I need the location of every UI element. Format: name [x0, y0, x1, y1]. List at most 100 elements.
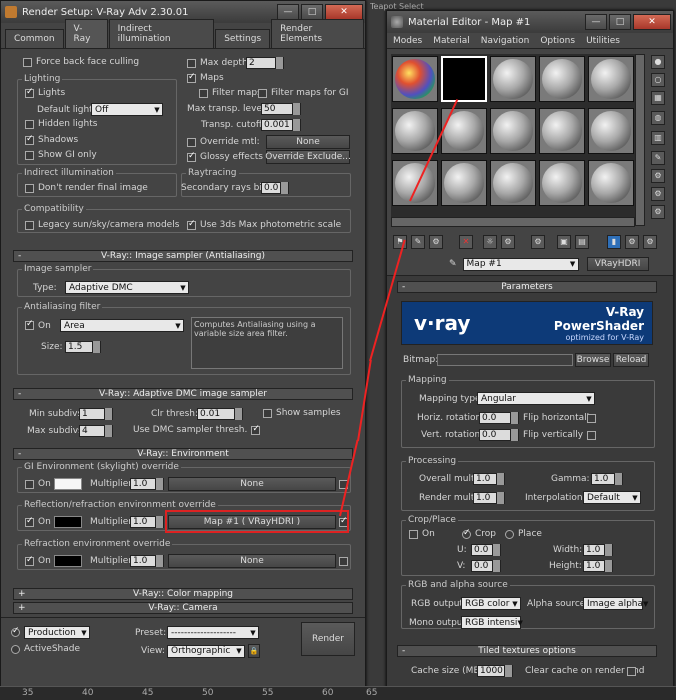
alpha-source-dropdown[interactable]: Image alpha ▼: [583, 597, 648, 610]
camera-rollout[interactable]: + V-Ray:: Camera: [13, 602, 353, 614]
maps-row[interactable]: Maps: [187, 72, 224, 83]
max-depth-spinner[interactable]: 2: [246, 57, 284, 69]
interpolation-dropdown[interactable]: Default ▼: [583, 491, 641, 504]
options-icon[interactable]: ⚙: [651, 169, 665, 183]
refr-on-checkbox[interactable]: [25, 555, 34, 566]
select-by-material-icon[interactable]: ⚙: [651, 187, 665, 201]
refr-color-swatch[interactable]: [54, 555, 82, 567]
horiz-rotation-spinner[interactable]: 0.0: [479, 412, 519, 424]
filter-maps-gi-checkbox[interactable]: [258, 88, 267, 98]
max-subdivs-spinner[interactable]: 4: [79, 425, 113, 437]
dont-render-final-checkbox[interactable]: [25, 183, 34, 193]
tab-indirect-illumination[interactable]: Indirect illumination: [108, 19, 215, 48]
u-spinner[interactable]: 0.0: [471, 544, 501, 556]
tab-common[interactable]: Common: [5, 29, 64, 48]
menu-options[interactable]: Options: [540, 36, 575, 46]
shadows-checkbox[interactable]: [25, 134, 34, 145]
me-minimize-button[interactable]: —: [585, 14, 607, 30]
sample-slot[interactable]: [441, 160, 487, 206]
browse-button[interactable]: Browse: [575, 353, 611, 367]
v-spinner[interactable]: 0.0: [471, 560, 501, 572]
environment-rollout[interactable]: - V-Ray:: Environment: [13, 448, 353, 460]
use-dmc-row[interactable]: Use DMC sampler thresh.: [133, 424, 264, 435]
gi-color-swatch[interactable]: [54, 478, 82, 490]
gi-mult-spinner[interactable]: 1.0: [130, 478, 164, 490]
glossy-effects-checkbox[interactable]: [187, 151, 196, 162]
bitmap-field[interactable]: [437, 354, 573, 366]
aa-filter-dropdown[interactable]: Area ▼: [60, 319, 184, 332]
sample-slot[interactable]: [539, 56, 585, 102]
legacy-sun-checkbox[interactable]: [25, 220, 34, 230]
vert-rotation-spinner[interactable]: 0.0: [479, 429, 519, 441]
mapping-type-dropdown[interactable]: Angular ▼: [477, 392, 595, 405]
video-color-icon[interactable]: ▥: [651, 131, 665, 145]
override-mtl-button[interactable]: None: [266, 135, 350, 149]
eyedropper-icon[interactable]: ✎: [449, 259, 457, 269]
sample-slot[interactable]: [392, 108, 438, 154]
height-spinner[interactable]: 1.0: [583, 560, 613, 572]
slots-hscrollbar[interactable]: [391, 217, 635, 227]
menu-modes[interactable]: Modes: [393, 36, 422, 46]
aa-size-spinner[interactable]: 1.5: [65, 341, 101, 353]
show-samples-checkbox[interactable]: [263, 408, 272, 418]
background-icon[interactable]: ▦: [651, 91, 665, 105]
parameters-rollout[interactable]: - Parameters: [397, 281, 657, 293]
place-radio[interactable]: [505, 529, 514, 539]
sample-slot[interactable]: [490, 160, 536, 206]
maximize-button[interactable]: □: [301, 4, 323, 20]
tiled-textures-rollout[interactable]: - Tiled textures options: [397, 645, 657, 657]
sample-slot-active[interactable]: [441, 56, 487, 102]
tab-settings[interactable]: Settings: [215, 29, 271, 48]
force-back-face-checkbox[interactable]: [23, 57, 32, 67]
secondary-bias-spinner[interactable]: 0.0: [261, 182, 289, 194]
menu-material[interactable]: Material: [433, 36, 470, 46]
view-dropdown[interactable]: Orthographic ▼: [167, 644, 245, 658]
default-lights-dropdown[interactable]: Off ▼: [91, 103, 163, 116]
gi-map-button[interactable]: None: [168, 477, 336, 491]
maps-checkbox[interactable]: [187, 72, 196, 83]
lock-icon[interactable]: 🔒: [248, 644, 260, 658]
lights-checkbox[interactable]: [25, 87, 34, 98]
use-dmc-checkbox[interactable]: [251, 424, 261, 435]
minimize-button[interactable]: —: [277, 4, 299, 20]
menu-utilities[interactable]: Utilities: [586, 36, 620, 46]
me-maximize-button[interactable]: □: [609, 14, 631, 30]
sample-slot[interactable]: [539, 160, 585, 206]
activeshade-radio[interactable]: [11, 644, 20, 654]
lights-row[interactable]: Lights: [25, 87, 65, 98]
gamma-spinner[interactable]: 1.0: [591, 473, 623, 485]
max-depth-checkbox[interactable]: [187, 58, 196, 68]
refr-mult-spinner[interactable]: 1.0: [130, 555, 164, 567]
material-id-icon[interactable]: ⚙: [531, 235, 545, 249]
flip-v-checkbox[interactable]: [587, 430, 596, 440]
clr-thresh-spinner[interactable]: 0.01: [197, 408, 243, 420]
crop-radio[interactable]: [462, 528, 471, 539]
map-type-button[interactable]: VRayHDRI: [586, 257, 649, 271]
refr-map-button[interactable]: None: [168, 554, 336, 568]
aa-on-checkbox[interactable]: [25, 319, 34, 330]
dont-render-final-row[interactable]: Don't render final image: [25, 183, 148, 193]
gi-on-checkbox[interactable]: [25, 479, 34, 489]
put-to-scene-icon[interactable]: ✎: [411, 235, 425, 249]
map-name-dropdown[interactable]: Map #1 ▼: [462, 257, 579, 271]
go-forward-sibling-icon[interactable]: ⚙: [643, 235, 657, 249]
width-spinner[interactable]: 1.0: [583, 544, 613, 556]
filter-maps-row[interactable]: Filter maps Filter maps for GI: [199, 88, 349, 98]
show-end-result-icon[interactable]: ▮: [607, 235, 621, 249]
overall-mult-spinner[interactable]: 1.0: [473, 473, 505, 485]
clear-cache-checkbox[interactable]: [627, 666, 636, 676]
sample-slot[interactable]: [392, 160, 438, 206]
use-3ds-phot-checkbox[interactable]: [187, 219, 196, 230]
sample-slot[interactable]: [588, 108, 634, 154]
show-samples-row[interactable]: Show samples: [263, 408, 341, 418]
sample-slot[interactable]: [588, 56, 634, 102]
max-transp-spinner[interactable]: 50: [261, 103, 301, 115]
reset-map-icon[interactable]: ✕: [459, 235, 473, 249]
adaptive-dmc-rollout[interactable]: - V-Ray:: Adaptive DMC image sampler: [13, 388, 353, 400]
refl-on-checkbox[interactable]: [25, 516, 34, 527]
sample-slot[interactable]: [539, 108, 585, 154]
backlight-icon[interactable]: ○: [651, 73, 665, 87]
uv-tiling-icon[interactable]: ◍: [651, 111, 665, 125]
material-navigator-icon[interactable]: ⚙: [651, 205, 665, 219]
preset-dropdown[interactable]: -------------------- ▼: [167, 626, 259, 639]
